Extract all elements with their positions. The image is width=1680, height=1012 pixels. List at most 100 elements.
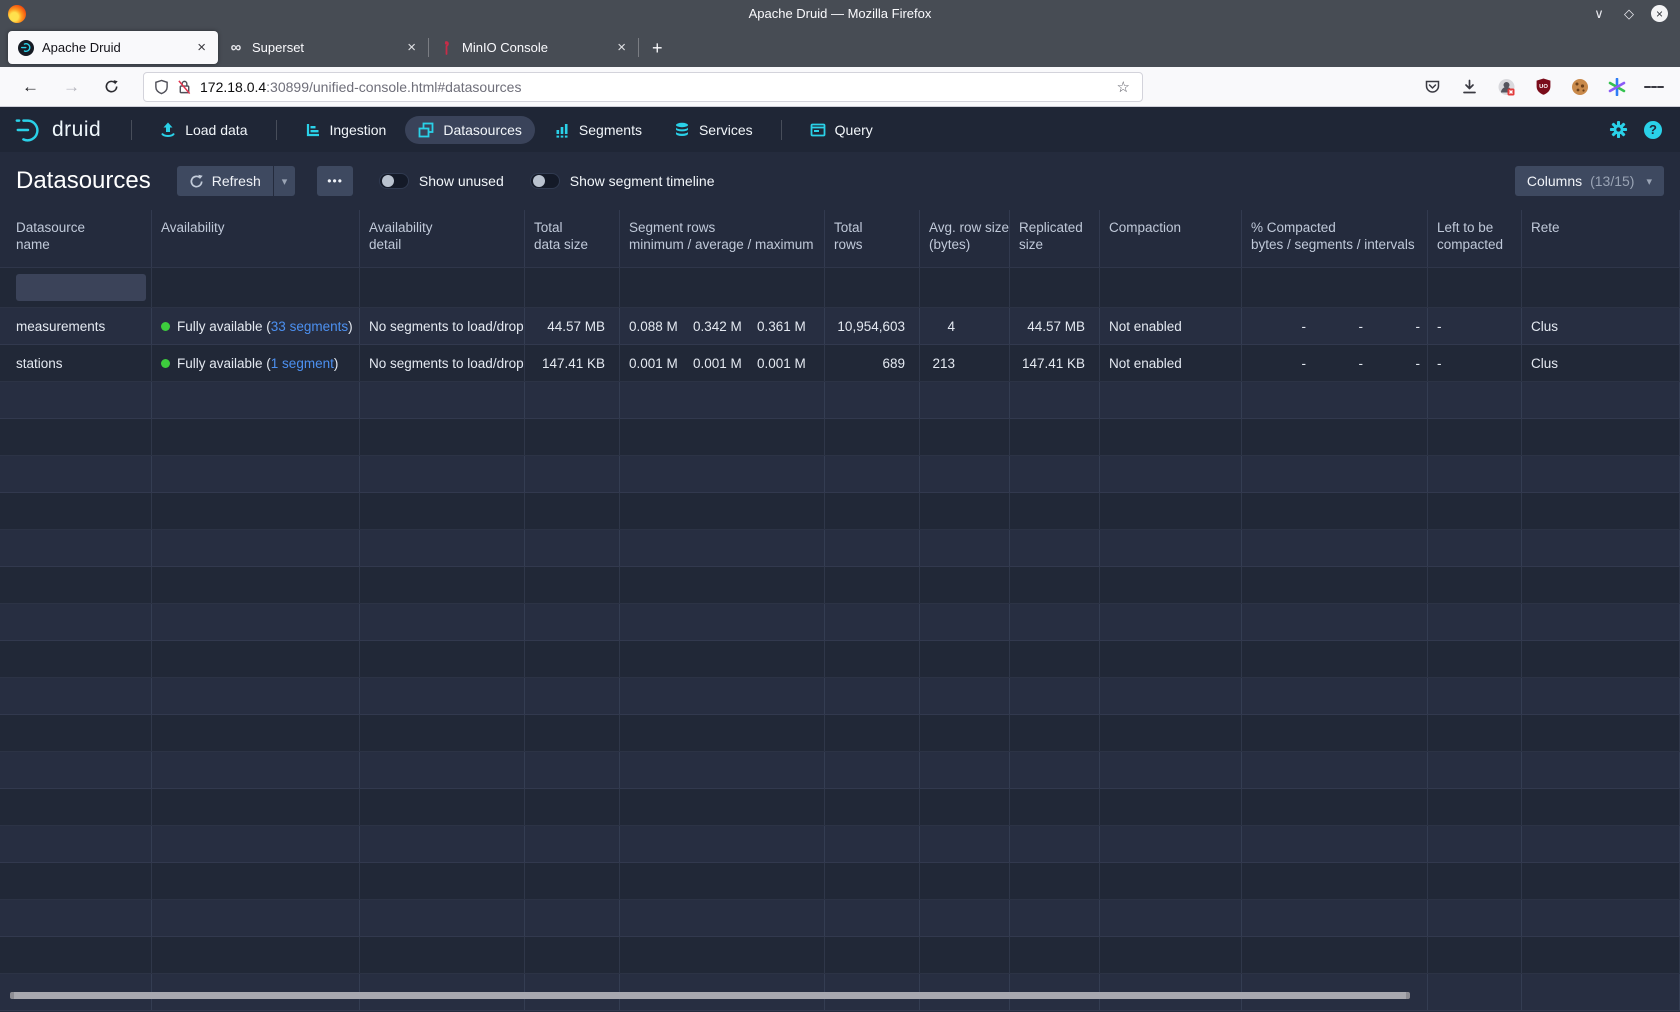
url-bar-input[interactable]: 172.18.0.4:30899/unified-console.html#da… [143, 72, 1143, 102]
tab-close-icon[interactable]: × [405, 39, 418, 56]
ublock-origin-icon[interactable]: UO [1533, 77, 1553, 97]
tab-apache-druid[interactable]: Apache Druid × [8, 31, 218, 64]
col-header-avg-row-size[interactable]: Avg. row size(bytes) [920, 210, 1010, 267]
nav-item-segments[interactable]: Segments [541, 116, 655, 144]
url-toolbar: ← → 172.18.0.4:30899/unified-console.htm… [0, 67, 1680, 107]
settings-gear-icon[interactable] [1609, 120, 1628, 139]
nav-item-load-data[interactable]: Load data [147, 116, 260, 144]
tab-close-icon[interactable]: × [195, 39, 208, 56]
col-header-availability-detail[interactable]: Availabilitydetail [360, 210, 525, 267]
navbar-divider [276, 120, 277, 140]
availability-detail-cell: No segments to load/drop [360, 345, 525, 381]
col-header-segment-rows[interactable]: Segment rowsminimum / average / maximum [620, 210, 825, 267]
empty-cell [1428, 826, 1522, 862]
navbar-divider [781, 120, 782, 140]
page-header: Datasources Refresh ▾ ••• Show unused Sh… [0, 152, 1680, 210]
col-header-replicated-size[interactable]: Replicatedsize [1010, 210, 1100, 267]
empty-cell [1010, 419, 1100, 455]
shield-icon[interactable] [154, 79, 169, 95]
col-header-compaction[interactable]: Compaction [1100, 210, 1242, 267]
druid-logo[interactable]: druid [14, 115, 101, 145]
empty-cell [152, 789, 360, 825]
empty-cell [920, 789, 1010, 825]
new-tab-button[interactable]: + [652, 38, 663, 59]
empty-cell [0, 789, 152, 825]
col-header-total-data-size[interactable]: Totaldata size [525, 210, 620, 267]
refresh-interval-caret-button[interactable]: ▾ [274, 166, 296, 196]
show-unused-toggle[interactable] [379, 173, 409, 189]
window-close-icon[interactable]: × [1651, 5, 1668, 22]
columns-selector-button[interactable]: Columns (13/15) ▾ [1515, 166, 1664, 196]
window-maximize-icon[interactable]: ◇ [1621, 6, 1637, 22]
pocket-icon[interactable] [1422, 77, 1442, 97]
nav-item-query[interactable]: Query [797, 116, 886, 144]
colorful-asterisk-extension-icon[interactable] [1607, 77, 1627, 97]
table-header-row: Datasourcename Availability Availability… [0, 210, 1680, 268]
segments-link[interactable]: 1 segment [271, 356, 334, 371]
window-title: Apache Druid — Mozilla Firefox [0, 6, 1680, 21]
refresh-button[interactable]: Refresh [177, 166, 273, 196]
empty-cell [525, 789, 620, 825]
help-icon[interactable]: ? [1644, 121, 1662, 139]
empty-cell [620, 789, 825, 825]
table-row-measurements: measurements Fully available (33 segment… [0, 308, 1680, 345]
empty-cell [920, 641, 1010, 677]
filter-cell [1100, 268, 1242, 307]
show-unused-toggle-group: Show unused [379, 173, 504, 189]
druid-navbar: druid Load data Ingestion Datasources Se… [0, 107, 1680, 152]
col-header-total-rows[interactable]: Totalrows [825, 210, 920, 267]
nav-item-services[interactable]: Services [661, 116, 766, 144]
datasource-name[interactable]: stations [16, 356, 63, 371]
menu-hamburger-icon[interactable] [1644, 77, 1664, 97]
empty-cell [1100, 752, 1242, 788]
availability-text: ) [334, 356, 339, 371]
nav-item-datasources[interactable]: Datasources [405, 116, 535, 144]
col-header-availability[interactable]: Availability [152, 210, 360, 267]
empty-cell [525, 863, 620, 899]
empty-cell [620, 826, 825, 862]
col-header-pct-compacted[interactable]: % Compactedbytes / segments / intervals [1242, 210, 1428, 267]
empty-cell [525, 567, 620, 603]
empty-cell [1242, 456, 1428, 492]
empty-cell [1010, 530, 1100, 566]
tab-close-icon[interactable]: × [615, 39, 628, 56]
col-header-datasource-name[interactable]: Datasourcename [0, 210, 152, 267]
empty-cell [825, 604, 920, 640]
tab-minio-console[interactable]: MinIO Console × [428, 31, 638, 64]
nav-item-ingestion[interactable]: Ingestion [292, 116, 400, 144]
datasource-name-cell[interactable]: stations [0, 345, 152, 381]
table-empty-row [0, 382, 1680, 419]
filter-cell [920, 268, 1010, 307]
more-icon: ••• [327, 174, 343, 188]
table-empty-row [0, 900, 1680, 937]
extension-disabled-icon[interactable] [1496, 77, 1516, 97]
col-header-retention[interactable]: Rete [1522, 210, 1680, 267]
horizontal-scrollbar-thumb[interactable] [10, 992, 1410, 999]
back-button[interactable]: ← [10, 77, 51, 97]
tab-separator [638, 38, 639, 57]
table-empty-row [0, 530, 1680, 567]
empty-cell [152, 752, 360, 788]
empty-cell [1522, 530, 1680, 566]
forward-button[interactable]: → [51, 77, 92, 97]
empty-cell [360, 715, 525, 751]
window-minimize-icon[interactable]: ∨ [1591, 6, 1607, 22]
empty-cell [920, 715, 1010, 751]
more-actions-button[interactable]: ••• [317, 166, 353, 196]
datasource-name-cell[interactable]: measurements [0, 308, 152, 344]
datasource-name[interactable]: measurements [16, 319, 105, 334]
show-segment-timeline-toggle[interactable] [530, 173, 560, 189]
downloads-icon[interactable] [1459, 77, 1479, 97]
segments-link[interactable]: 33 segments [271, 319, 348, 334]
insecure-lock-icon[interactable] [177, 79, 192, 95]
empty-cell [1242, 789, 1428, 825]
nav-item-label: Ingestion [330, 122, 387, 138]
empty-cell [1242, 493, 1428, 529]
bookmark-star-icon[interactable]: ☆ [1115, 78, 1132, 96]
tab-superset[interactable]: ∞ Superset × [218, 31, 428, 64]
col-header-left-to-be-compacted[interactable]: Left to becompacted [1428, 210, 1522, 267]
reload-button[interactable] [92, 79, 131, 94]
cookie-icon[interactable] [1570, 77, 1590, 97]
datasource-name-filter-input[interactable] [16, 274, 146, 301]
empty-cell [1100, 530, 1242, 566]
